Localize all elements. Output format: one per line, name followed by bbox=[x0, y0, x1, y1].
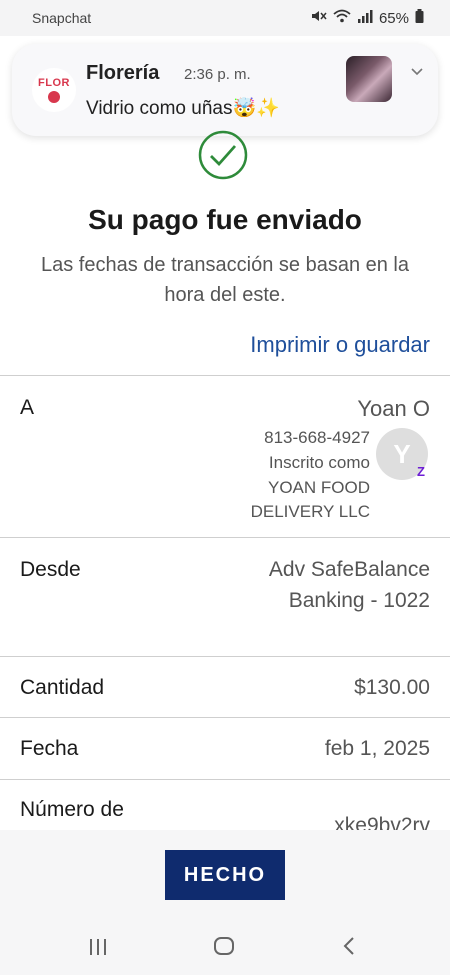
success-check-icon bbox=[198, 130, 248, 180]
divider bbox=[0, 779, 450, 780]
date-value: feb 1, 2025 bbox=[324, 737, 430, 760]
florist-logo: FLOR bbox=[32, 68, 76, 112]
from-label: Desde bbox=[20, 558, 81, 581]
divider bbox=[0, 537, 450, 538]
signal-icon bbox=[357, 9, 373, 27]
amount-value: $130.00 bbox=[354, 676, 430, 699]
enrolled-name-line2: DELIVERY LLC bbox=[250, 502, 370, 521]
notification-sender: Florería bbox=[86, 62, 160, 84]
home-icon[interactable] bbox=[213, 936, 235, 962]
system-nav-bar bbox=[0, 920, 450, 975]
logo-text: FLOR bbox=[38, 77, 70, 89]
wifi-icon bbox=[333, 9, 351, 27]
notification-message: Vidrio como uñas🤯✨ bbox=[86, 98, 280, 119]
recipient-phone: 813-668-4927 bbox=[264, 428, 370, 447]
recents-icon[interactable] bbox=[88, 936, 108, 962]
divider bbox=[0, 375, 450, 376]
enrolled-name-line1: YOAN FOOD bbox=[267, 478, 370, 497]
status-app-name: Snapchat bbox=[32, 10, 92, 26]
date-label: Fecha bbox=[20, 737, 79, 760]
chevron-down-icon[interactable] bbox=[410, 64, 424, 80]
enrolled-as-label: Inscrito como bbox=[268, 453, 370, 472]
status-icons: 65% bbox=[311, 9, 424, 27]
done-button[interactable]: HECHO bbox=[165, 850, 285, 900]
status-bar: Snapchat 65% bbox=[0, 0, 450, 36]
print-save-link[interactable]: Imprimir o guardar bbox=[250, 332, 430, 358]
recipient-name: Yoan O bbox=[357, 396, 430, 421]
logo-mark-icon bbox=[48, 91, 60, 103]
from-account-line2: Banking - 1022 bbox=[288, 589, 430, 612]
divider bbox=[0, 717, 450, 718]
zelle-badge-icon: Z bbox=[417, 464, 425, 479]
to-label: A bbox=[20, 396, 35, 419]
mute-icon bbox=[311, 9, 327, 27]
notification-card[interactable]: FLOR Florería 2:36 p. m. Vidrio como uña… bbox=[12, 44, 438, 136]
back-icon[interactable] bbox=[342, 936, 356, 962]
notification-thumbnail bbox=[346, 56, 392, 102]
from-account-line1: Adv SafeBalance bbox=[268, 558, 430, 581]
page-subtitle: Las fechas de transacción se basan en la… bbox=[40, 254, 410, 306]
avatar-letter: Y bbox=[393, 438, 411, 469]
notification-time: 2:36 p. m. bbox=[184, 66, 251, 83]
amount-label: Cantidad bbox=[20, 676, 105, 699]
divider bbox=[0, 656, 450, 657]
number-label: Número de bbox=[20, 798, 124, 821]
battery-percent: 65% bbox=[378, 9, 409, 27]
page-title: Su pago fue enviado bbox=[88, 204, 362, 235]
battery-icon bbox=[415, 9, 424, 27]
